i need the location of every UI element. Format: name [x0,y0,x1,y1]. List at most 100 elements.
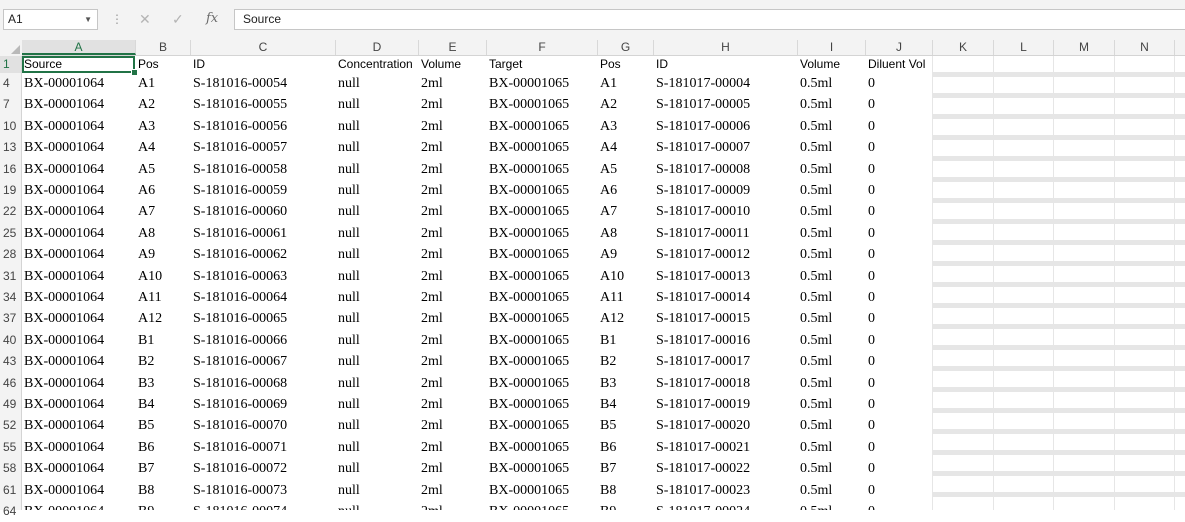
cell-f[interactable]: BX-00001065 [487,180,598,201]
cell-e[interactable]: 2ml [419,137,487,158]
cell-e[interactable]: 2ml [419,394,487,415]
row-header[interactable]: 31 [0,266,21,287]
column-header-k[interactable]: K [933,40,994,55]
cell-i[interactable]: 0.5ml [798,480,866,501]
cell-h[interactable]: S-181017-00020 [654,415,798,436]
cell-d[interactable]: null [336,94,419,115]
cell-b[interactable]: B9 [136,501,191,510]
cell-d[interactable]: null [336,415,419,436]
cell-g[interactable]: A7 [598,201,654,222]
cell-b[interactable]: B4 [136,394,191,415]
cell-a[interactable]: BX-00001064 [22,330,136,351]
cell-e[interactable]: 2ml [419,458,487,479]
cell-c[interactable]: S-181016-00060 [191,201,336,222]
cell-j[interactable]: 0 [866,287,933,308]
cell-g[interactable]: A11 [598,287,654,308]
cell-c[interactable]: S-181016-00073 [191,480,336,501]
cell-grid[interactable]: Source Pos ID Concentration Volume Target Pos I… [22,56,1185,510]
cell-a[interactable]: BX-00001064 [22,201,136,222]
formula-input[interactable]: Source [234,9,1185,30]
cell-j[interactable]: 0 [866,458,933,479]
row-header[interactable]: 43 [0,351,21,372]
cell-i[interactable]: 0.5ml [798,159,866,180]
cell-d[interactable]: null [336,287,419,308]
cell-b[interactable]: A12 [136,308,191,329]
cell-b[interactable]: A9 [136,244,191,265]
cell-a[interactable]: BX-00001064 [22,437,136,458]
cell-j[interactable]: 0 [866,137,933,158]
column-header-d[interactable]: D [336,40,419,55]
cell-a[interactable]: BX-00001064 [22,415,136,436]
cell-f[interactable]: BX-00001065 [487,201,598,222]
cell-b[interactable]: A11 [136,287,191,308]
cell-e[interactable]: 2ml [419,351,487,372]
cell-h[interactable]: S-181017-00015 [654,308,798,329]
cell-c[interactable]: S-181016-00063 [191,266,336,287]
cell-j[interactable]: 0 [866,373,933,394]
column-header-f[interactable]: F [487,40,598,55]
cell-g[interactable]: B3 [598,373,654,394]
cell-i[interactable]: 0.5ml [798,73,866,94]
cell-h[interactable]: S-181017-00024 [654,501,798,510]
cell-a[interactable]: BX-00001064 [22,501,136,510]
cell-d[interactable]: null [336,201,419,222]
cell-i[interactable]: 0.5ml [798,437,866,458]
cell-a[interactable]: BX-00001064 [22,351,136,372]
cell-j[interactable]: 0 [866,266,933,287]
cell-i[interactable]: Volume [798,56,866,73]
cell-h[interactable]: S-181017-00022 [654,458,798,479]
cell-g[interactable]: A3 [598,116,654,137]
cell-f[interactable]: BX-00001065 [487,437,598,458]
cell-a[interactable]: BX-00001064 [22,159,136,180]
cell-h[interactable]: S-181017-00007 [654,137,798,158]
cell-f[interactable]: BX-00001065 [487,73,598,94]
cell-b[interactable]: B3 [136,373,191,394]
cell-f[interactable]: BX-00001065 [487,330,598,351]
cell-c[interactable]: S-181016-00054 [191,73,336,94]
row-header[interactable]: 64 [0,501,21,522]
cell-h[interactable]: S-181017-00017 [654,351,798,372]
cell-b[interactable]: B6 [136,437,191,458]
cell-g[interactable]: A6 [598,180,654,201]
cell-b[interactable]: A1 [136,73,191,94]
column-header-i[interactable]: I [798,40,866,55]
cell-e[interactable]: 2ml [419,223,487,244]
cell-f[interactable]: BX-00001065 [487,137,598,158]
cell-i[interactable]: 0.5ml [798,116,866,137]
cell-b[interactable]: B2 [136,351,191,372]
cell-a[interactable]: BX-00001064 [22,458,136,479]
row-header[interactable]: 1 [0,56,21,73]
cell-b[interactable]: A3 [136,116,191,137]
row-header[interactable]: 19 [0,180,21,201]
row-header[interactable]: 52 [0,415,21,436]
cell-b[interactable]: A2 [136,94,191,115]
cell-e[interactable]: 2ml [419,244,487,265]
cell-e[interactable]: 2ml [419,415,487,436]
cell-j[interactable]: 0 [866,94,933,115]
cell-b[interactable]: A7 [136,201,191,222]
cell-c[interactable]: S-181016-00071 [191,437,336,458]
cell-h[interactable]: S-181017-00013 [654,266,798,287]
row-header[interactable]: 46 [0,373,21,394]
cancel-icon[interactable]: ✕ [139,10,151,28]
cell-h[interactable]: ID [654,56,798,73]
row-header[interactable]: 22 [0,201,21,222]
cell-d[interactable]: null [336,351,419,372]
cell-f[interactable]: BX-00001065 [487,480,598,501]
cell-c[interactable]: S-181016-00065 [191,308,336,329]
cell-i[interactable]: 0.5ml [798,244,866,265]
row-header[interactable]: 55 [0,437,21,458]
cell-h[interactable]: S-181017-00019 [654,394,798,415]
cell-a[interactable]: BX-00001064 [22,116,136,137]
column-header-b[interactable]: B [136,40,191,55]
cell-c[interactable]: ID [191,56,336,73]
resize-dots-icon[interactable]: ⋮ [111,11,123,27]
cell-j[interactable]: Diluent Vol [866,56,933,73]
cell-c[interactable]: S-181016-00058 [191,159,336,180]
cell-j[interactable]: 0 [866,159,933,180]
cell-a[interactable]: BX-00001064 [22,180,136,201]
column-header-h[interactable]: H [654,40,798,55]
column-header-c[interactable]: C [191,40,336,55]
cell-a[interactable]: BX-00001064 [22,287,136,308]
cell-c[interactable]: S-181016-00067 [191,351,336,372]
